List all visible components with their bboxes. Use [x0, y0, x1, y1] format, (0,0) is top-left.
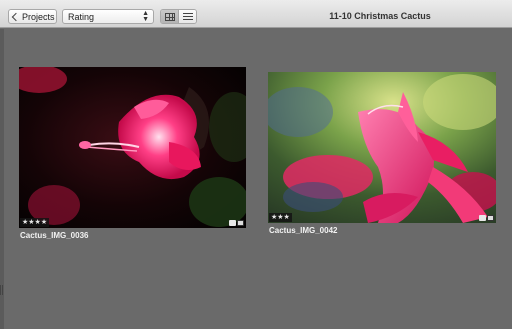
photo-badges [229, 220, 244, 226]
raw-badge-icon [487, 215, 494, 221]
sort-select-value: Rating [68, 11, 95, 22]
photo-image[interactable]: ★★★★ [19, 67, 246, 228]
adjusted-badge-icon [229, 220, 236, 226]
adjusted-badge-icon [479, 215, 486, 221]
updown-arrows-icon: ▲ ▼ [142, 10, 149, 23]
back-button-label: Projects [22, 11, 55, 22]
toolbar: Projects Rating ▲ ▼ 11-10 Christmas Cactu… [0, 0, 512, 28]
photo-badges [479, 215, 494, 221]
rating-stars: ★★★ [269, 213, 292, 222]
chevron-left-icon [11, 12, 21, 21]
list-view-button[interactable] [178, 10, 196, 23]
photo-caption: Cactus_IMG_0036 [20, 231, 89, 240]
projects-back-button[interactable]: Projects [8, 9, 57, 24]
photo-image[interactable]: ★★★ [268, 72, 496, 223]
grid-view-button[interactable] [161, 10, 178, 23]
view-mode-toggle [160, 9, 197, 24]
window-title: 11-10 Christmas Cactus [329, 11, 431, 21]
grid-icon [164, 12, 175, 21]
photo-caption: Cactus_IMG_0042 [269, 226, 338, 235]
sidebar-edge [0, 29, 4, 329]
list-icon [182, 13, 193, 20]
raw-badge-icon [237, 220, 244, 226]
rating-stars: ★★★★ [20, 218, 50, 227]
resize-grip[interactable] [0, 285, 3, 295]
sort-select[interactable]: Rating ▲ ▼ [62, 9, 154, 24]
